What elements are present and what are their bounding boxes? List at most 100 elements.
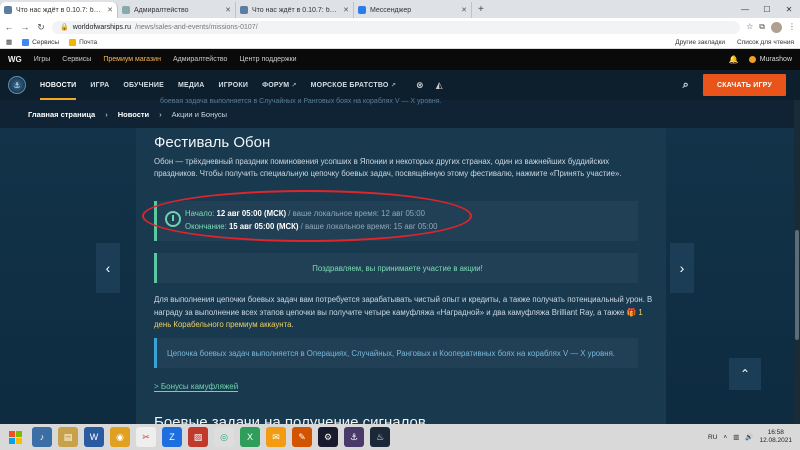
browser-tab[interactable]: Что нас ждёт в 0.10.7: боевые ✕ (0, 2, 118, 18)
menu-icon[interactable]: ⋮ (788, 22, 796, 33)
breadcrumb-current: Акции и Бонусы (171, 109, 228, 119)
bookmark-mail[interactable]: Почта (69, 38, 98, 46)
camouflage-bonuses-link[interactable]: > Бонусы камуфляжей (154, 382, 239, 392)
wg-logo-icon[interactable]: WG (8, 55, 22, 64)
bookmark-label: Почта (79, 38, 98, 46)
close-window-icon[interactable]: ✕ (778, 0, 800, 18)
nav-brotherhood[interactable]: МОРСКОЕ БРАТСТВО ↗ (311, 82, 396, 89)
taskbar-app-icon[interactable]: ◉ (110, 427, 130, 447)
battle-types-info-box: Цепочка боевых задач выполняется в Опера… (154, 338, 638, 368)
forward-icon[interactable]: → (20, 22, 30, 32)
apps-icon[interactable]: ▦ (6, 38, 12, 46)
browser-tab[interactable]: Что нас ждёт в 0.10.7: боевые ✕ (236, 2, 354, 18)
minimize-icon[interactable]: — (734, 0, 756, 18)
external-link-icon: ↗ (390, 82, 396, 89)
volume-icon[interactable]: 🔊 (745, 433, 753, 441)
network-icon[interactable]: ▥ (733, 433, 739, 441)
new-tab-button[interactable]: + (472, 4, 490, 15)
user-status-icon (748, 56, 756, 63)
maximize-icon[interactable]: ☐ (756, 0, 778, 18)
double-chevron-up-icon: ⌃ (739, 367, 751, 381)
taskbar-game-icon[interactable]: ⚙ (318, 427, 338, 447)
close-tab-icon[interactable]: ✕ (225, 6, 231, 14)
playstation-icon[interactable]: ◭ (436, 80, 443, 91)
wg-menu-admiralty[interactable]: Адмиралтейство (173, 56, 228, 63)
clock-time: 16:58 (767, 429, 784, 436)
clock-date: 12.08.2021 (759, 437, 792, 444)
gift-icon: 🎁 (626, 307, 639, 317)
bookmark-services[interactable]: Сервисы (22, 38, 60, 46)
platforms: ⊗ ◭ (416, 80, 443, 91)
tray-arrow-icon[interactable]: ˄ (723, 434, 727, 441)
other-bookmarks[interactable]: Другие закладки (675, 39, 725, 46)
chrome-icon[interactable]: ◎ (214, 427, 234, 447)
browser-tab[interactable]: Мессенджер ✕ (354, 2, 472, 18)
nav-forum[interactable]: ФОРУМ ↗ (262, 82, 297, 89)
bell-icon[interactable]: 🔔 (729, 55, 739, 64)
url-field[interactable]: 🔒 worldofwarships.ru/news/sales-and-even… (52, 20, 741, 34)
wows-emblem-icon[interactable]: ⚓ (8, 76, 26, 94)
scrollbar-thumb[interactable] (795, 230, 799, 340)
article-title: Фестиваль Обон (154, 134, 271, 151)
close-tab-icon[interactable]: ✕ (107, 6, 113, 14)
nav-news[interactable]: НОВОСТИ (40, 82, 77, 100)
browser-actions: ☆ ⧉ ⋮ (746, 21, 796, 33)
taskbar-word-icon[interactable]: W (84, 427, 104, 447)
nav-game[interactable]: ИГРА (90, 82, 109, 89)
taskbar-paint-icon[interactable]: ✎ (292, 427, 312, 447)
bookmark-icon (22, 38, 30, 46)
wg-menu-services[interactable]: Сервисы (62, 56, 91, 63)
taskbar-chart-icon[interactable]: ▨ (188, 427, 208, 447)
back-icon[interactable]: ← (4, 22, 14, 32)
xbox-icon[interactable]: ⊗ (416, 80, 424, 91)
wg-menu-games[interactable]: Игры (34, 56, 51, 63)
nav-media[interactable]: МЕДИА (178, 82, 205, 89)
wg-utility-bar: WG Игры Сервисы Премиум магазин Адмиралт… (0, 49, 800, 70)
taskbar-excel-icon[interactable]: X (240, 427, 260, 447)
taskbar-scissors-icon[interactable]: ✂ (136, 427, 156, 447)
taskbar-ok-icon[interactable]: ✉ (266, 427, 286, 447)
windows-taskbar: ♪ ▤ W ◉ ✂ Z ▨ ◎ X ✉ ✎ ⚙ ⚓ ♨ RU ˄ ▥ 🔊 16:… (0, 424, 800, 450)
breadcrumb-news[interactable]: Новости (118, 110, 149, 119)
search-icon[interactable]: ⌕ (683, 79, 689, 92)
reload-icon[interactable]: ↻ (36, 22, 46, 33)
taskbar-audio-icon[interactable]: ♪ (32, 427, 52, 447)
close-tab-icon[interactable]: ✕ (343, 6, 349, 14)
steam-icon[interactable]: ♨ (370, 427, 390, 447)
taskbar-folder-icon[interactable]: ▤ (58, 427, 78, 447)
browser-tab[interactable]: Адмиралтейство ✕ (118, 2, 236, 18)
user-menu[interactable]: Murashow (748, 56, 792, 63)
start-button[interactable] (4, 427, 26, 447)
taskbar-zoom-icon[interactable]: Z (162, 427, 182, 447)
bookmark-icon (69, 38, 77, 46)
wg-menu-premium-shop[interactable]: Премиум магазин (103, 56, 161, 63)
page-scrollbar[interactable] (794, 100, 800, 424)
site-favicon-icon (240, 6, 248, 14)
bookmark-label: Сервисы (32, 38, 60, 46)
breadcrumb-home[interactable]: Главная страница (28, 110, 95, 119)
system-clock[interactable]: 16:58 12.08.2021 (759, 429, 792, 445)
article-intro: Обон — трёхдневный праздник поминовения … (154, 157, 622, 178)
site-nav: ⚓ НОВОСТИ ИГРА ОБУЧЕНИЕ МЕДИА ИГРОКИ ФОР… (0, 70, 800, 100)
download-game-button[interactable]: СКАЧАТЬ ИГРУ (702, 74, 786, 96)
nav-players[interactable]: ИГРОКИ (219, 82, 249, 89)
username: Murashow (759, 56, 792, 63)
nav-brotherhood-label: МОРСКОЕ БРАТСТВО (310, 81, 389, 89)
reward-text: Для выполнения цепочки боевых задач вам … (154, 295, 653, 317)
star-icon[interactable]: ☆ (746, 22, 753, 33)
faded-overlay-text: боевая задача выполняется в Случайных и … (160, 98, 442, 105)
nav-learning[interactable]: ОБУЧЕНИЕ (123, 82, 164, 89)
system-tray: RU ˄ ▥ 🔊 16:58 12.08.2021 (708, 429, 800, 445)
site-favicon-icon (4, 6, 12, 14)
prev-article-button[interactable]: ‹ (96, 243, 120, 293)
extensions-icon[interactable]: ⧉ (759, 22, 765, 33)
tab-title: Что нас ждёт в 0.10.7: боевые (16, 6, 103, 14)
reading-list[interactable]: Список для чтения (737, 39, 794, 46)
language-indicator[interactable]: RU (708, 434, 717, 441)
wg-menu-support[interactable]: Центр поддержки (239, 56, 296, 63)
taskbar-wows-icon[interactable]: ⚓ (344, 427, 364, 447)
close-tab-icon[interactable]: ✕ (461, 6, 467, 14)
next-article-button[interactable]: › (670, 243, 694, 293)
profile-avatar[interactable] (771, 21, 782, 33)
scroll-to-top-button[interactable]: ⌃ (729, 358, 761, 390)
